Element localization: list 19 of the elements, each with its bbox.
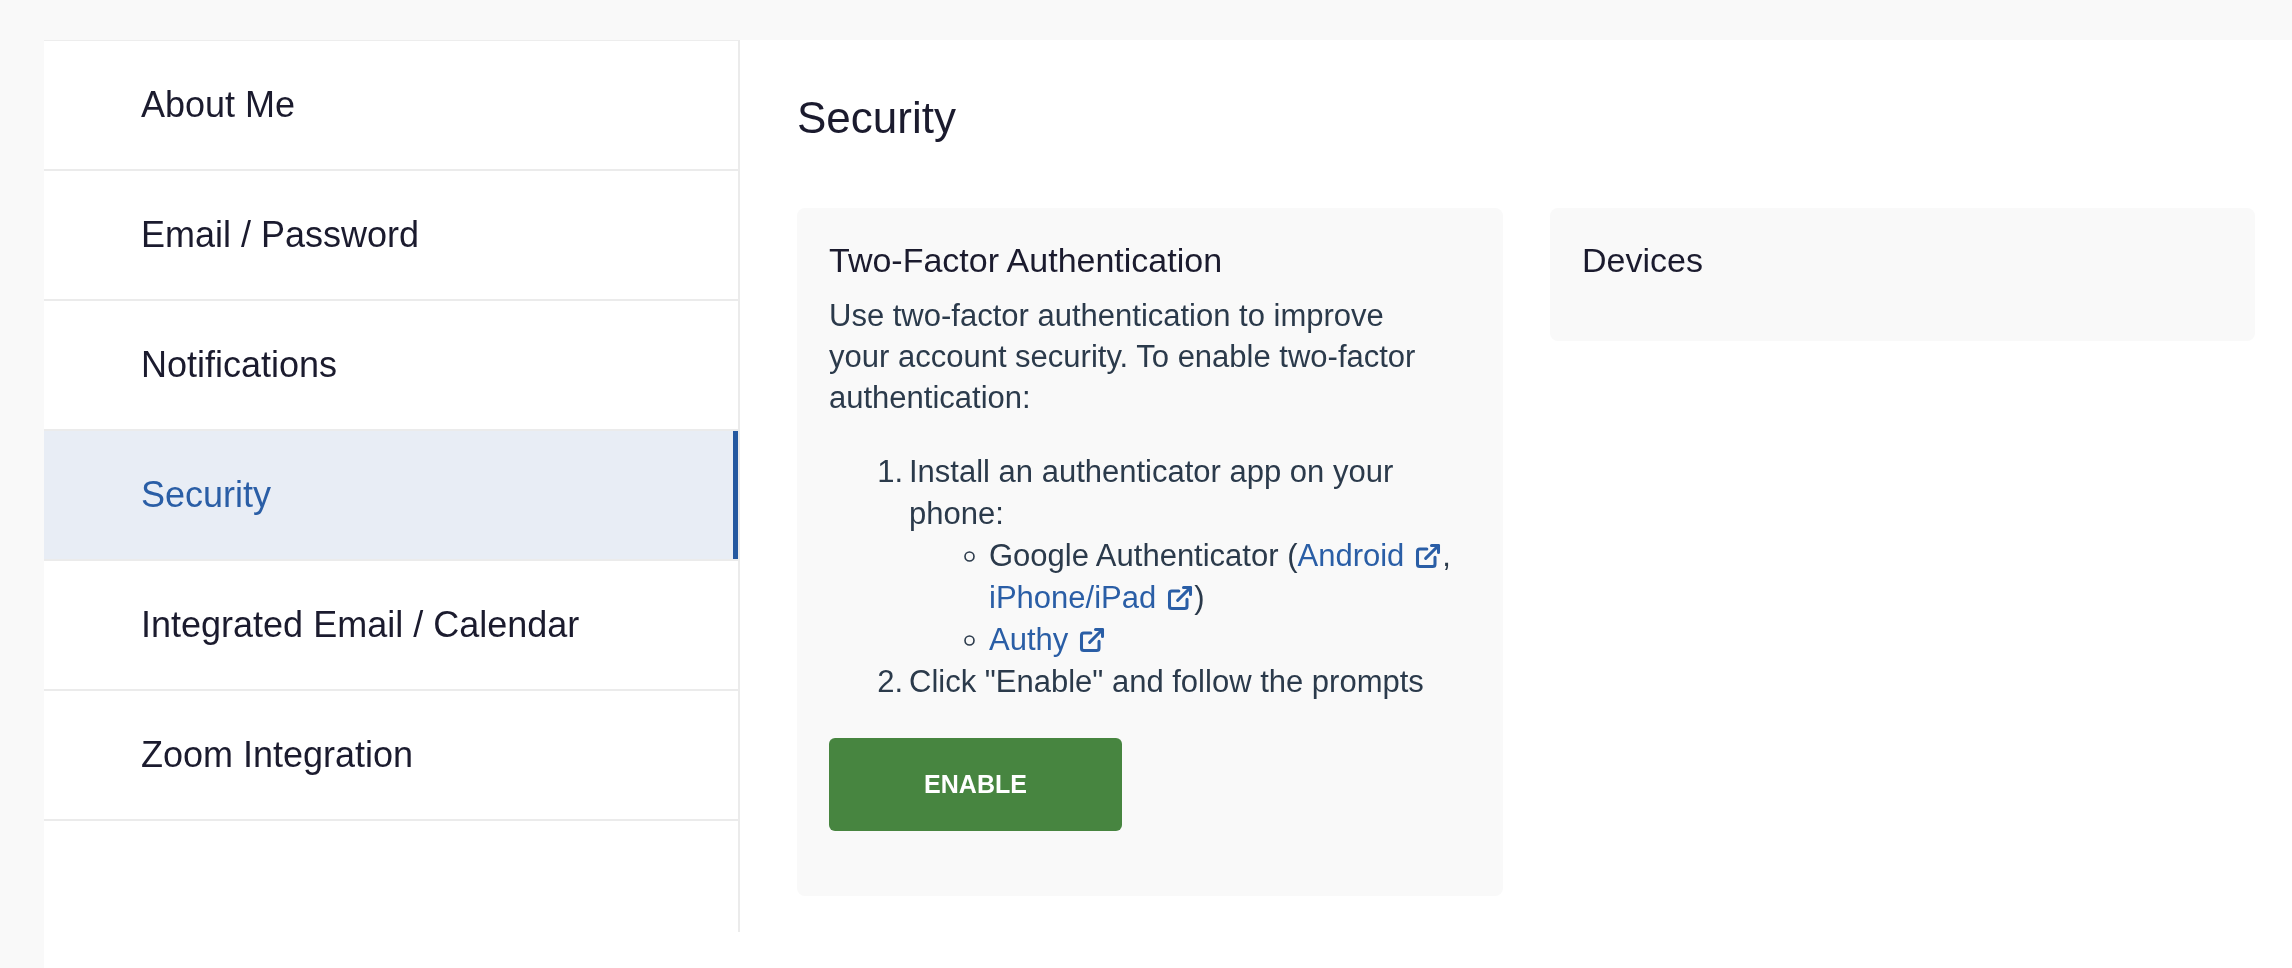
external-link-icon [1166, 584, 1195, 612]
page-title: Security [797, 96, 957, 140]
sidebar-item[interactable]: Security [44, 431, 738, 561]
card-title: Devices [1582, 240, 1704, 280]
card-description: Use two-factor authentication to improve your account security. To enable two-factor authentication: [829, 297, 1417, 417]
external-link-icon [1414, 542, 1443, 570]
list-item-text: Google Authenticator (Android , iPhone/iPad ) [989, 537, 1452, 617]
circle-bullet-icon [964, 551, 975, 562]
step-text: Install an authenticator app on your phone: [909, 453, 1395, 533]
list-number: 1. [876, 453, 903, 491]
step-text: Click "Enable" and follow the prompts [909, 663, 1425, 701]
enable-button[interactable]: ENABLE [829, 738, 1122, 831]
external-link-icon [1078, 626, 1107, 654]
circle-bullet-icon [964, 635, 975, 646]
card-title: Two-Factor Authentication [829, 240, 1224, 280]
app-link[interactable]: iPhone/iPad [989, 580, 1195, 615]
list-number: 2. [876, 663, 903, 701]
app-link[interactable]: Android [1297, 538, 1443, 573]
app-link[interactable]: Authy [989, 622, 1107, 657]
